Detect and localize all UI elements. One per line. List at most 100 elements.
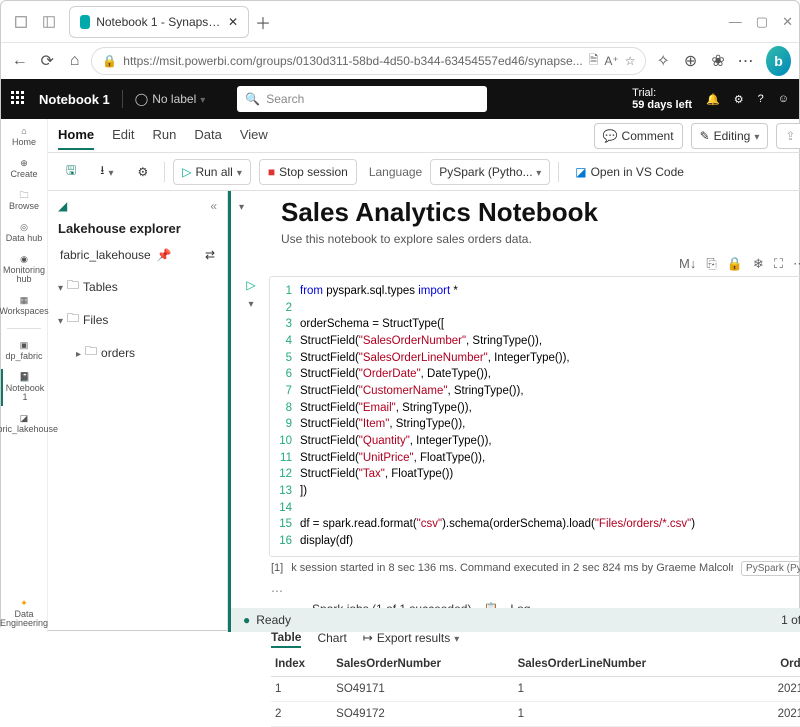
pencil-icon: ✎: [700, 129, 710, 143]
cell-menu-icon[interactable]: [248, 296, 253, 310]
stop-icon: ■: [268, 165, 275, 179]
url-text: https://msit.powerbi.com/groups/0130d311…: [123, 54, 582, 68]
run-all-button[interactable]: ▷Run all: [173, 159, 251, 185]
refresh-icon[interactable]: ⟳: [36, 48, 57, 74]
pin-icon[interactable]: 📌: [157, 248, 172, 262]
extensions-icon[interactable]: ❀: [707, 48, 728, 74]
notebook-title: Sales Analytics Notebook: [281, 197, 800, 228]
nav-create[interactable]: ⊕Create: [1, 155, 47, 183]
share-button[interactable]: ⇪Share: [776, 123, 800, 149]
tab-home[interactable]: Home: [58, 121, 94, 150]
col-linenum[interactable]: SalesOrderLineNumber: [514, 652, 733, 677]
more-icon[interactable]: ⋯: [735, 48, 756, 74]
new-tab-icon[interactable]: ＋: [249, 8, 277, 36]
exec-status: k session started in 8 sec 136 ms. Comma…: [291, 562, 733, 574]
nav-notebook[interactable]: 📓Notebook 1: [1, 369, 47, 406]
output-table: Index SalesOrderNumber SalesOrderLineNum…: [271, 652, 800, 727]
close-window-icon[interactable]: ✕: [782, 14, 793, 30]
markdown-toggle[interactable]: M↓: [679, 256, 696, 272]
language-select[interactable]: PySpark (Pytho...: [430, 159, 550, 185]
home-icon[interactable]: ⌂: [64, 48, 85, 74]
collections-icon[interactable]: ⊕: [680, 48, 701, 74]
favorites-icon[interactable]: ✧: [652, 48, 673, 74]
nav-datahub[interactable]: ◎Data hub: [1, 219, 47, 247]
chevron-down-icon: [237, 165, 242, 179]
download-button[interactable]: ⭳: [92, 159, 121, 185]
create-icon: ⊕: [20, 159, 28, 168]
editing-button[interactable]: ✎Editing: [691, 123, 769, 149]
cell-count: 1 of 2 cells: [781, 613, 800, 627]
folder-icon: 🗀: [85, 342, 97, 363]
language-label: Language: [369, 165, 422, 179]
open-vscode-button[interactable]: ◪Open in VS Code: [567, 159, 692, 185]
browser-tab[interactable]: Notebook 1 - Synapse Data Eng ✕: [69, 6, 249, 38]
tab-data[interactable]: Data: [194, 121, 221, 150]
code-cell[interactable]: 1from pyspark.sql.types import *2 3order…: [269, 276, 800, 557]
nav-lakehouse[interactable]: ◪fabric_lakehouse: [1, 410, 47, 438]
notebook-subtitle: Use this notebook to explore sales order…: [281, 232, 800, 246]
col-ordernum[interactable]: SalesOrderNumber: [332, 652, 513, 677]
tab-edit[interactable]: Edit: [112, 121, 134, 150]
cell-more-icon[interactable]: ⋯: [793, 256, 800, 272]
chevron-right-icon: [76, 346, 81, 360]
address-bar[interactable]: 🔒 https://msit.powerbi.com/groups/0130d3…: [91, 47, 646, 75]
cell-copy-icon[interactable]: ⎘: [706, 256, 716, 272]
close-tab-icon[interactable]: ✕: [228, 15, 238, 29]
search-box[interactable]: 🔍 Search: [237, 86, 487, 112]
cell-expand-icon[interactable]: ⛶: [774, 256, 783, 272]
col-orderdate[interactable]: OrderDate: [733, 652, 800, 677]
cell-collapse-icon[interactable]: [239, 197, 244, 215]
tab-view[interactable]: View: [240, 121, 268, 150]
cell-freeze-icon[interactable]: ❄: [753, 256, 764, 272]
datahub-icon: ◎: [20, 223, 28, 232]
chevron-down-icon: [58, 280, 63, 294]
trial-status[interactable]: Trial: 59 days left: [632, 87, 692, 111]
left-navigation: ⌂Home ⊕Create 🗀Browse ◎Data hub ◉Monitor…: [1, 119, 48, 632]
nav-browse[interactable]: 🗀Browse: [1, 187, 47, 215]
table-row[interactable]: 2SO4917212021-01-01: [271, 701, 800, 726]
output-more-icon[interactable]: ⋯: [271, 584, 800, 598]
col-index[interactable]: Index: [271, 652, 332, 677]
nav-dp-fabric[interactable]: ▣dp_fabric: [1, 337, 47, 365]
sidebar-icon[interactable]: [35, 8, 63, 36]
settings-icon[interactable]: ⚙: [734, 93, 744, 106]
cell-lock-icon[interactable]: 🔒: [727, 256, 743, 272]
sensitivity-label[interactable]: ◯ No label: [135, 92, 206, 106]
run-cell-icon[interactable]: ▷: [246, 278, 255, 292]
tab-run[interactable]: Run: [153, 121, 177, 150]
orders-node[interactable]: 🗀orders: [76, 340, 217, 365]
workspace-icon[interactable]: [7, 8, 35, 36]
table-row[interactable]: 1SO4917112021-01-01: [271, 676, 800, 701]
swap-icon[interactable]: ⇄: [205, 248, 215, 262]
reader-icon[interactable]: 🗎: [589, 51, 599, 72]
spark-icon: ✦: [20, 599, 28, 608]
notifications-icon[interactable]: 🔔: [706, 93, 720, 106]
save-button[interactable]: 🖫: [58, 159, 84, 185]
tables-node[interactable]: 🗀Tables: [58, 274, 217, 299]
help-icon[interactable]: ?: [758, 93, 764, 105]
stop-session-button[interactable]: ■Stop session: [259, 159, 357, 185]
nav-home[interactable]: ⌂Home: [1, 123, 47, 151]
back-icon[interactable]: ←: [9, 48, 30, 74]
star-icon[interactable]: ☆: [625, 54, 636, 68]
cell-toolbar: M↓ ⎘ 🔒 ❄ ⛶ ⋯ 🗑: [231, 250, 800, 276]
export-results-button[interactable]: ↦Export results: [363, 631, 459, 645]
gear-button[interactable]: ⚙: [129, 159, 156, 185]
files-node[interactable]: 🗀Files: [58, 307, 217, 332]
app-launcher-icon[interactable]: [11, 91, 27, 107]
bing-button[interactable]: b: [766, 46, 791, 76]
collapse-explorer-icon[interactable]: «: [210, 199, 217, 213]
lakehouse-node[interactable]: fabric_lakehouse 📌 ⇄: [58, 244, 217, 266]
nav-workspaces[interactable]: ▦Workspaces: [1, 292, 47, 320]
maximize-icon[interactable]: ▢: [756, 14, 768, 30]
shield-icon: ◯: [135, 92, 148, 106]
comment-button[interactable]: 💬Comment: [594, 123, 683, 149]
feedback-icon[interactable]: ☺: [778, 93, 789, 105]
nav-monitoring[interactable]: ◉Monitoring hub: [1, 251, 47, 288]
minimize-icon[interactable]: —: [729, 14, 742, 30]
notebook-name[interactable]: Notebook 1: [39, 92, 110, 107]
lakehouse-glyph: ◢: [58, 199, 67, 213]
status-dot: ●: [243, 613, 250, 627]
text-size-icon[interactable]: A⁺: [604, 54, 618, 68]
nav-persona[interactable]: ✦Data Engineering: [1, 595, 47, 632]
